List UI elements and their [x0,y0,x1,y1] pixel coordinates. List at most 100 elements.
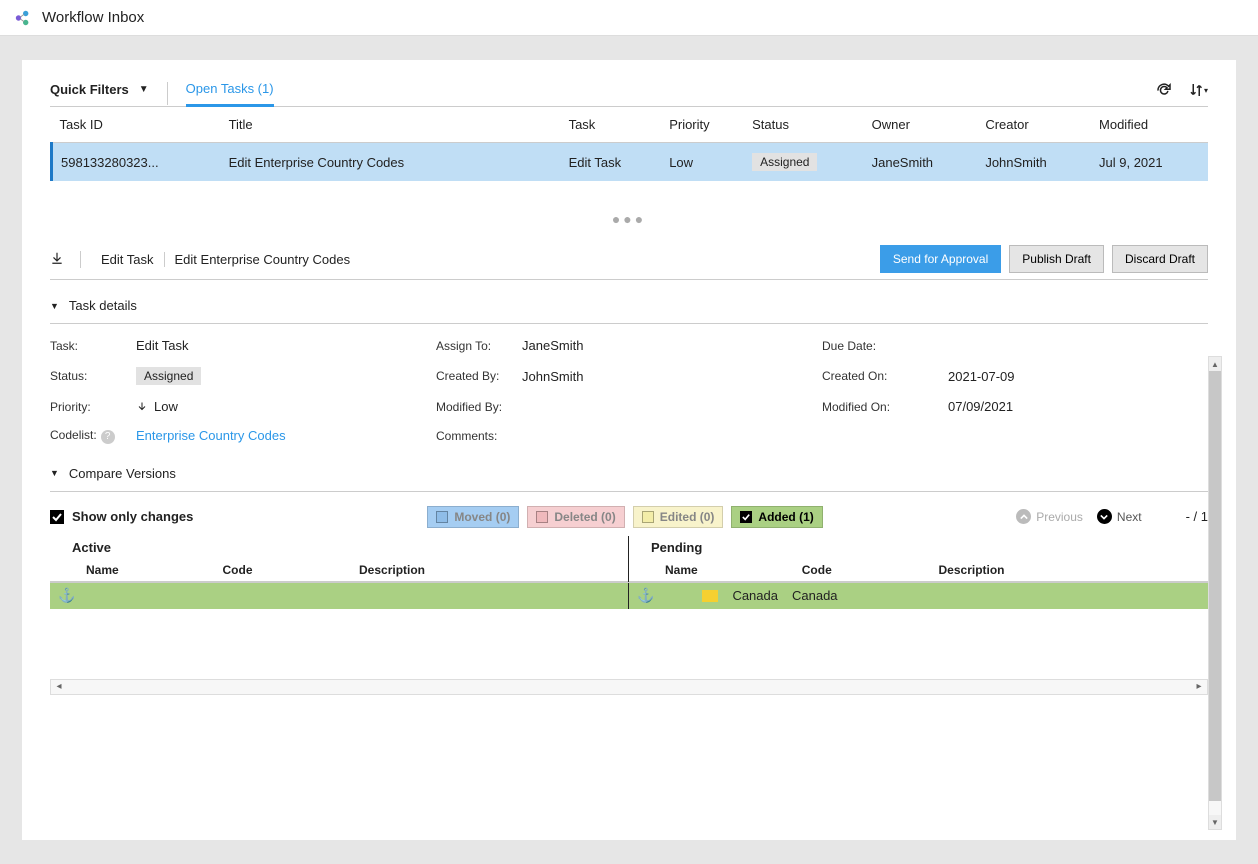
main-panel: Quick Filters ▼ Open Tasks (1) ▾ Task ID… [22,60,1236,840]
arrow-down-icon [136,401,148,413]
priority-value: Low [136,399,178,414]
compare-toolbar: Show only changes Moved (0) Deleted (0) … [50,506,1208,528]
page-title: Workflow Inbox [42,9,144,26]
publish-draft-button[interactable]: Publish Draft [1009,245,1104,273]
quick-filters-label: Quick Filters [50,82,129,97]
compare-versions-section-toggle[interactable]: ▼ Compare Versions [50,466,1208,492]
compare-row-added[interactable]: ⚓ ⚓ Canada Canada [50,583,1208,609]
version-header-grid: Active Name Code Description Pending Nam… [50,536,1208,583]
cell-modified: Jul 9, 2021 [1091,143,1208,182]
active-col-desc: Description [355,563,628,577]
col-owner[interactable]: Owner [864,107,978,143]
pending-col-code: Code [798,563,935,577]
col-modified[interactable]: Modified [1091,107,1208,143]
help-icon[interactable]: ? [101,430,115,444]
modifiedon-key: Modified On: [822,400,932,414]
scroll-right-icon[interactable]: ▸ [1191,681,1207,692]
flag-icon [702,590,718,602]
codelist-link[interactable]: Enterprise Country Codes [136,428,286,443]
pending-col-name: Name [661,563,798,577]
pending-code: Canada [792,588,838,603]
quick-filters-dropdown[interactable]: Quick Filters ▼ [50,82,168,105]
vertical-scrollbar[interactable]: ▲ ▼ [1208,356,1222,830]
createdby-key: Created By: [436,369,522,383]
createdon-key: Created On: [822,369,908,383]
assignto-value: JaneSmith [522,338,583,353]
duedate-key: Due Date: [822,339,908,353]
task-details-section-toggle[interactable]: ▼ Task details [50,298,1208,324]
active-col-code: Code [219,563,356,577]
tab-open-tasks[interactable]: Open Tasks (1) [186,81,274,107]
pending-heading: Pending [629,536,1208,559]
next-button[interactable]: Next [1097,509,1142,524]
app-logo-icon [14,9,32,27]
active-heading: Active [50,536,628,559]
chevron-down-circle-icon [1097,509,1112,524]
cell-task: Edit Task [561,143,662,182]
priority-key: Priority: [50,400,136,414]
filter-edited[interactable]: Edited (0) [633,506,724,528]
send-for-approval-button[interactable]: Send for Approval [880,245,1001,273]
drag-handle-icon[interactable]: ●●● [50,211,1208,227]
anchor-icon: ⚓ [637,587,654,604]
previous-button[interactable]: Previous [1016,509,1083,524]
assignto-key: Assign To: [436,339,522,353]
filter-moved[interactable]: Moved (0) [427,506,519,528]
status-badge: Assigned [752,153,817,171]
scroll-thumb[interactable] [1209,371,1221,801]
task-value: Edit Task [136,338,189,353]
status-key: Status: [50,369,136,383]
col-task-id[interactable]: Task ID [52,107,221,143]
cell-task-id: 598133280323... [52,143,221,182]
scroll-left-icon[interactable]: ◂ [51,681,67,692]
createdon-value: 2021-07-09 [948,369,1015,384]
show-only-changes-checkbox[interactable]: Show only changes [50,509,193,524]
task-details-grid: Task:Edit Task Assign To:JaneSmith Due D… [50,338,1208,444]
status-value: Assigned [136,367,201,385]
task-row[interactable]: 598133280323... Edit Enterprise Country … [52,143,1209,182]
pending-col-desc: Description [935,563,1209,577]
chevron-down-icon: ▼ [139,84,149,95]
col-priority[interactable]: Priority [661,107,744,143]
download-icon[interactable] [50,251,81,268]
createdby-value: JohnSmith [522,369,583,384]
filter-added[interactable]: Added (1) [731,506,822,528]
col-title[interactable]: Title [221,107,561,143]
col-task[interactable]: Task [561,107,662,143]
refresh-icon[interactable] [1154,80,1174,100]
pending-name: Canada [732,588,778,603]
filter-deleted[interactable]: Deleted (0) [527,506,624,528]
checkbox-checked-icon [50,510,64,524]
detail-task-title: Edit Enterprise Country Codes [165,252,361,267]
app-header: Workflow Inbox [0,0,1258,36]
filter-toolbar: Quick Filters ▼ Open Tasks (1) ▾ [50,80,1208,107]
anchor-icon: ⚓ [58,587,75,604]
active-col-name: Name [82,563,219,577]
compare-label: Compare Versions [69,466,176,481]
col-status[interactable]: Status [744,107,864,143]
task-key: Task: [50,339,136,353]
cell-creator: JohnSmith [977,143,1091,182]
detail-header: Edit Task Edit Enterprise Country Codes … [50,245,1208,280]
sort-icon[interactable]: ▾ [1188,80,1208,100]
codelist-key: Codelist:? [50,428,136,444]
scroll-down-icon[interactable]: ▼ [1209,815,1221,829]
modifiedon-value: 07/09/2021 [948,399,1013,414]
task-details-label: Task details [69,298,137,313]
modifiedby-key: Modified By: [436,400,522,414]
task-table: Task ID Title Task Priority Status Owner… [50,107,1208,181]
scroll-up-icon[interactable]: ▲ [1209,357,1221,371]
detail-task-type: Edit Task [91,252,165,267]
cell-status: Assigned [744,143,864,182]
page-indicator: - / 1 [1186,509,1208,524]
comments-key: Comments: [436,429,522,443]
chevron-up-circle-icon [1016,509,1031,524]
col-creator[interactable]: Creator [977,107,1091,143]
cell-priority: Low [661,143,744,182]
cell-title: Edit Enterprise Country Codes [221,143,561,182]
triangle-down-icon: ▼ [50,301,59,311]
cell-owner: JaneSmith [864,143,978,182]
discard-draft-button[interactable]: Discard Draft [1112,245,1208,273]
horizontal-scrollbar[interactable]: ◂ ▸ [50,679,1208,695]
show-changes-label: Show only changes [72,509,193,524]
